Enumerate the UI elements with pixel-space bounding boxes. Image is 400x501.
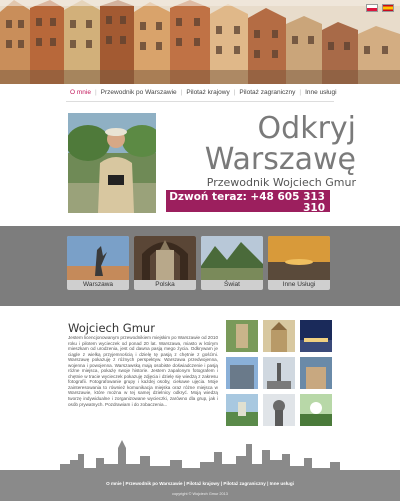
nav-item-foreign-tours[interactable]: Pilotaż zagraniczny xyxy=(235,89,299,96)
church-arch-image xyxy=(134,236,196,280)
warsaw-skyline-graphic xyxy=(0,440,400,474)
nav-item-about[interactable]: O mnie xyxy=(66,89,95,96)
gallery-card-other[interactable]: Inne Usługi xyxy=(268,236,330,290)
email-link[interactable]: email: wojciech.gmur@gmail.com xyxy=(166,214,325,222)
title-line-2: Warszawę xyxy=(204,142,356,177)
page-title: Odkryj Warszawę xyxy=(205,113,356,175)
nav-item-warsaw-guide[interactable]: Przewodnik po Warszawie xyxy=(97,89,181,96)
thumbnail-image[interactable] xyxy=(300,357,332,389)
main-nav: O mnie | Przewodnik po Warszawie | Pilot… xyxy=(66,86,341,98)
thumbnail-image[interactable] xyxy=(263,394,295,426)
footer-link-about[interactable]: O mnie xyxy=(106,481,122,486)
thumbnail-image[interactable] xyxy=(300,394,332,426)
thumbnail-image[interactable] xyxy=(300,320,332,352)
footer-link-other-services[interactable]: Inne usługi xyxy=(270,481,294,486)
title-line-1: Odkryj xyxy=(257,111,356,146)
guide-portrait-photo xyxy=(68,113,156,213)
photo-thumbnails xyxy=(226,320,332,428)
machu-picchu-image xyxy=(201,236,263,280)
thumbnail-image[interactable] xyxy=(263,320,295,352)
gallery-card-warsaw[interactable]: Warszawa xyxy=(67,236,129,290)
gallery-card-label: Inne Usługi xyxy=(282,281,316,288)
gallery-card-label: Warszawa xyxy=(82,281,114,288)
bio-heading: Wojciech Gmur xyxy=(68,321,155,335)
language-switcher xyxy=(366,4,394,12)
sunset-sea-image xyxy=(268,236,330,280)
nav-item-other-services[interactable]: Inne usługi xyxy=(301,89,340,96)
thumbnail-image[interactable] xyxy=(263,357,295,389)
thumbnail-image[interactable] xyxy=(226,394,258,426)
polish-flag-icon[interactable] xyxy=(366,4,378,12)
header-banner xyxy=(0,0,400,84)
footer-nav: O mnie | Przewodnik po Warszawie | Pilot… xyxy=(106,481,294,486)
gallery-card-label: Polska xyxy=(155,281,175,288)
old-town-houses-image xyxy=(0,0,400,84)
gallery-band xyxy=(0,226,400,306)
thumbnail-image[interactable] xyxy=(226,357,258,389)
gallery-card-poland[interactable]: Polska xyxy=(134,236,196,290)
footer-link-domestic-tours[interactable]: Pilotaż krajowy xyxy=(186,481,219,486)
gallery-card-world[interactable]: Świat xyxy=(201,236,263,290)
mermaid-statue-image xyxy=(67,236,129,280)
spanish-flag-icon[interactable] xyxy=(382,4,394,12)
nav-divider xyxy=(66,101,334,102)
hero-subtitle: Przewodnik Wojciech Gmur xyxy=(206,176,356,189)
contact-box: Dzwoń teraz: +48 605 313 310 email: wojc… xyxy=(166,190,330,221)
thumbnail-image[interactable] xyxy=(226,320,258,352)
phone-number[interactable]: Dzwoń teraz: +48 605 313 310 xyxy=(166,192,325,214)
footer-link-foreign-tours[interactable]: Pilotaż zagraniczny xyxy=(223,481,265,486)
gallery-card-label: Świat xyxy=(224,281,240,288)
nav-item-domestic-tours[interactable]: Pilotaż krajowy xyxy=(182,89,233,96)
copyright-text: copyright © Wojciech Gmur 2013 xyxy=(172,492,228,496)
footer-link-warsaw-guide[interactable]: Przewodnik po Warszawie xyxy=(126,481,183,486)
